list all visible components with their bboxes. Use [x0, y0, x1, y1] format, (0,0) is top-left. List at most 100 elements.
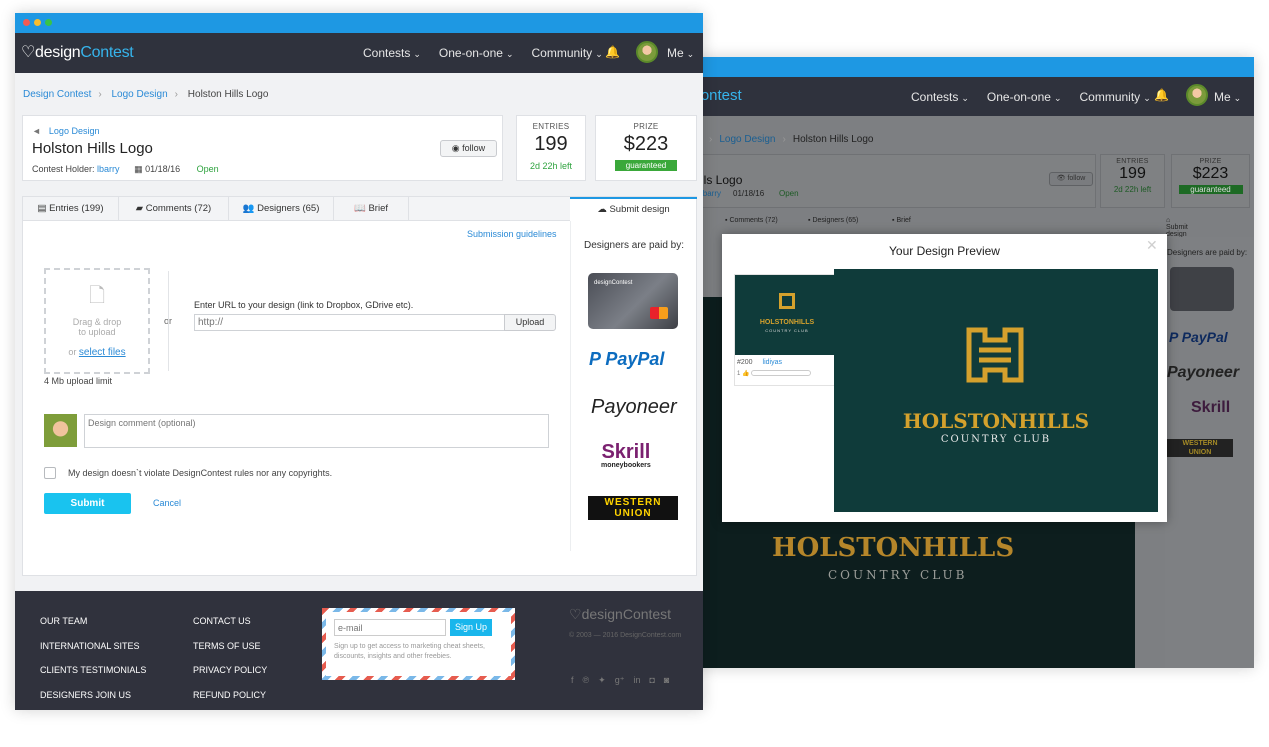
- back-nav-contests[interactable]: Contests ⌄: [911, 90, 969, 104]
- follow-button[interactable]: ◉ follow: [440, 140, 497, 157]
- back-nav-me[interactable]: Me ⌄: [1214, 90, 1241, 104]
- google-plus-icon[interactable]: g⁺: [615, 675, 625, 686]
- modal-title: Your Design Preview: [889, 244, 1000, 258]
- maximize-dot-icon[interactable]: [45, 19, 52, 26]
- minimize-dot-icon[interactable]: [34, 19, 41, 26]
- nav-one-on-one[interactable]: One-on-one ⌄: [439, 46, 514, 60]
- url-input[interactable]: [194, 314, 505, 331]
- thumb-rating[interactable]: 1 👍: [735, 370, 837, 377]
- prize-label: PRIZE: [633, 122, 659, 131]
- back-window-titlebar: [690, 57, 1254, 77]
- contest-date: 01/18/16: [145, 164, 181, 174]
- twitter-icon[interactable]: ✦: [598, 675, 606, 686]
- back-payoneer: Payoneer: [1167, 364, 1240, 381]
- contest-holder-link[interactable]: lbarry: [97, 164, 120, 174]
- tab-comments[interactable]: ▰ Comments (72): [119, 197, 229, 220]
- footer-link-designers-join[interactable]: DESIGNERS JOIN US: [40, 683, 146, 708]
- bell-icon[interactable]: 🔔: [605, 45, 620, 59]
- logo-heart-icon: ♡: [21, 44, 36, 61]
- time-left: 2d 22h left: [529, 161, 573, 171]
- newsletter-box: Sign Up Sign up to get access to marketi…: [322, 608, 515, 680]
- footer: OUR TEAM INTERNATIONAL SITES CLIENTS TES…: [15, 591, 703, 710]
- thumbnail-image: HOLSTONHILLS COUNTRY CLUB: [735, 275, 839, 355]
- back-follow-button[interactable]: 👁 follow: [1049, 172, 1093, 186]
- back-status: Open: [779, 189, 799, 198]
- back-nav-community[interactable]: Community ⌄: [1080, 90, 1151, 104]
- back-design-sub: COUNTRY CLUB: [828, 568, 968, 582]
- design-preview-modal: Your Design Preview ✕ HOLSTONHILLS COUNT…: [722, 234, 1167, 522]
- footer-link-privacy[interactable]: PRIVACY POLICY: [193, 658, 267, 683]
- rss-icon[interactable]: ◙: [664, 675, 669, 686]
- breadcrumb-home[interactable]: Design Contest: [23, 89, 91, 100]
- nav-contests[interactable]: Contests ⌄: [363, 46, 421, 60]
- payoneer-logo: Payoneer: [591, 396, 677, 418]
- tab-designers[interactable]: 👥 Designers (65): [229, 197, 334, 220]
- back-nav-one-on-one[interactable]: One-on-one ⌄: [987, 90, 1062, 104]
- footer-link-testimonials[interactable]: CLIENTS TESTIMONIALS: [40, 658, 146, 683]
- footer-link-contact[interactable]: CONTACT US: [193, 609, 267, 634]
- entries-box: ENTRIES 199 2d 22h left: [516, 115, 586, 181]
- social-icons: f ℗ ✦ g⁺ in ◘ ◙: [571, 675, 669, 686]
- linkedin-icon[interactable]: in: [633, 675, 640, 686]
- breadcrumb-current: Holston Hills Logo: [187, 89, 269, 100]
- footer-logo[interactable]: ♡designContest: [569, 606, 671, 623]
- top-nav: ♡designContest Contests ⌄ One-on-one ⌄ Com…: [15, 33, 703, 73]
- megaphone-icon: ◄: [32, 126, 41, 136]
- rules-checkbox[interactable]: [44, 467, 56, 479]
- tab-submit-design[interactable]: ☁ Submit design: [570, 197, 697, 221]
- copyright: © 2003 — 2016 DesignContest.com: [569, 632, 682, 639]
- footer-link-terms[interactable]: TERMS OF USE: [193, 634, 267, 659]
- drop-zone[interactable]: 🗋 Drag & drop to upload or select files: [44, 268, 150, 374]
- back-date: 01/18/16: [733, 189, 765, 198]
- back-contest-title: lls Logo: [701, 173, 743, 187]
- entry-user[interactable]: lidiyas: [763, 359, 782, 366]
- contest-category[interactable]: ◄ Logo Design: [32, 126, 99, 136]
- footer-link-our-team[interactable]: OUR TEAM: [40, 609, 146, 634]
- site-logo[interactable]: ♡designContest: [21, 42, 134, 62]
- submit-button[interactable]: Submit: [44, 493, 131, 514]
- close-dot-icon[interactable]: [23, 19, 30, 26]
- close-icon[interactable]: ✕: [1146, 237, 1158, 254]
- back-tab-submit[interactable]: ⌂ Submit design: [1166, 217, 1188, 238]
- footer-link-refund[interactable]: REFUND POLICY: [193, 683, 267, 708]
- newsletter-signup-button[interactable]: Sign Up: [450, 619, 492, 636]
- drag-drop-text: Drag & drop: [72, 317, 122, 327]
- back-tab-designers[interactable]: ▪ Designers (65): [808, 217, 858, 224]
- instagram-icon[interactable]: ◘: [649, 675, 654, 686]
- back-tab-comments[interactable]: ▪ Comments (72): [725, 217, 778, 224]
- calendar-icon: ▦: [134, 164, 143, 174]
- entry-thumbnail-card[interactable]: HOLSTONHILLS COUNTRY CLUB #200 lidiyas 1…: [734, 274, 839, 386]
- pinterest-icon[interactable]: ℗: [583, 675, 590, 686]
- cancel-link[interactable]: Cancel: [153, 498, 181, 508]
- back-prize-amount: $223: [1192, 165, 1229, 182]
- breadcrumb-category[interactable]: Logo Design: [112, 89, 168, 100]
- mastercard-icon: [650, 307, 668, 319]
- upload-limit: 4 Mb upload limit: [44, 376, 113, 386]
- back-bell-icon[interactable]: 🔔: [1154, 88, 1169, 102]
- eye-icon: ◉: [451, 143, 460, 153]
- back-holder[interactable]: lbarry: [701, 189, 721, 198]
- design-comment-field[interactable]: [84, 414, 549, 448]
- payments-title: Designers are paid by:: [583, 240, 685, 251]
- file-upload-icon: 🗋: [88, 285, 106, 307]
- rules-text: My design doesn`t violate DesignContest …: [68, 468, 333, 478]
- footer-link-international-sites[interactable]: INTERNATIONAL SITES: [40, 634, 146, 659]
- nav-community[interactable]: Community ⌄: [532, 46, 603, 60]
- user-avatar[interactable]: [636, 41, 658, 63]
- tab-brief[interactable]: 📖 Brief: [334, 197, 409, 220]
- newsletter-note: Sign up to get access to marketing cheat…: [334, 643, 485, 660]
- main-card: ▤ Entries (199) ▰ Comments (72) 👥 Design…: [22, 196, 697, 576]
- select-files-row: or select files: [68, 347, 126, 358]
- select-files-link[interactable]: select files: [79, 347, 126, 358]
- upload-button[interactable]: Upload: [504, 314, 556, 331]
- submission-guidelines-link[interactable]: Submission guidelines: [467, 229, 557, 239]
- back-paypal: P PayPal: [1169, 329, 1228, 345]
- newsletter-email-input[interactable]: [334, 619, 446, 636]
- back-tab-brief[interactable]: ▪ Brief: [892, 217, 911, 224]
- nav-me[interactable]: Me ⌄: [667, 46, 694, 60]
- commenter-avatar: [44, 414, 77, 447]
- tab-entries[interactable]: ▤ Entries (199): [23, 197, 119, 220]
- facebook-icon[interactable]: f: [571, 675, 574, 686]
- preview-brand-name: HOLSTONHILLS: [902, 409, 1090, 433]
- back-avatar[interactable]: [1186, 84, 1208, 106]
